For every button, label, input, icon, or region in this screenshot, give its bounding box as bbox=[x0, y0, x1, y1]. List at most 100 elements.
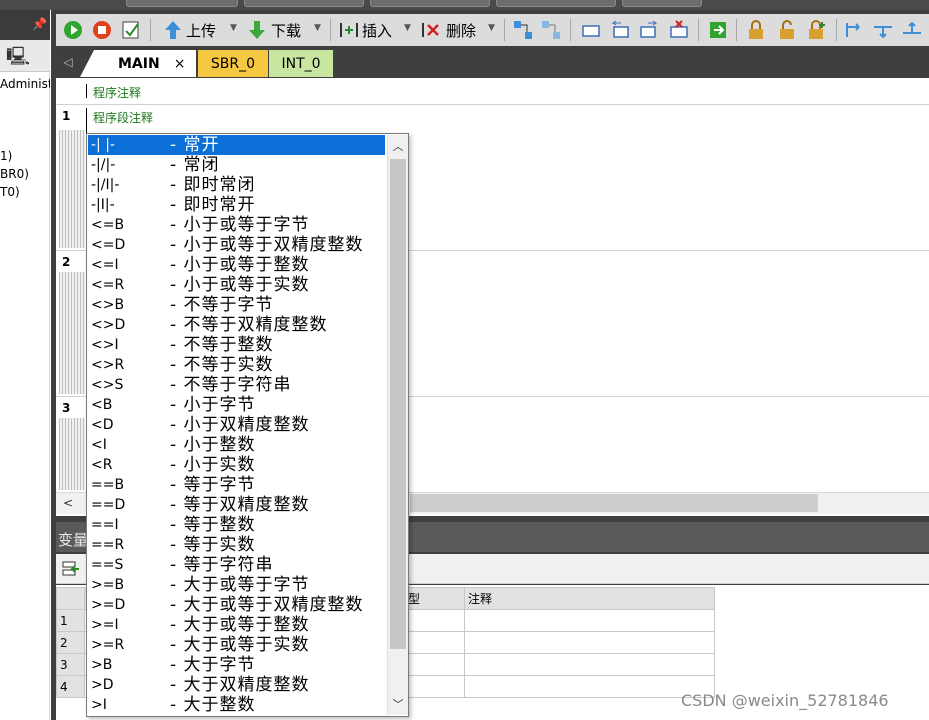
table-cell[interactable] bbox=[404, 609, 465, 632]
network-number[interactable]: 2 bbox=[62, 255, 82, 269]
unlock-icon[interactable] bbox=[776, 19, 798, 41]
tab-int-0[interactable]: INT_0 bbox=[269, 50, 333, 77]
network-number[interactable]: 1 bbox=[62, 109, 82, 123]
instruction-option[interactable]: ==R - 等于实数 bbox=[88, 535, 385, 555]
stop-icon[interactable] bbox=[91, 19, 113, 41]
table-cell[interactable] bbox=[464, 653, 715, 676]
instruction-option[interactable]: <R - 小于实数 bbox=[88, 455, 385, 475]
instruction-option[interactable]: <>R - 不等于实数 bbox=[88, 355, 385, 375]
instruction-option[interactable]: <=B - 小于或等于字节 bbox=[88, 215, 385, 235]
chevron-down-icon[interactable]: ﹀ bbox=[388, 693, 408, 715]
computer-icon[interactable]: 🖳 bbox=[6, 44, 30, 68]
run-icon[interactable] bbox=[62, 19, 84, 41]
table-header-comment[interactable]: 注释 bbox=[464, 587, 715, 610]
instruction-option[interactable]: <I - 小于整数 bbox=[88, 435, 385, 455]
instruction-option[interactable]: <>D - 不等于双精度整数 bbox=[88, 315, 385, 335]
instruction-option[interactable]: >=I - 大于或等于整数 bbox=[88, 615, 385, 635]
instruction-option[interactable]: ==I - 等于整数 bbox=[88, 515, 385, 535]
instruction-option[interactable]: <>I - 不等于整数 bbox=[88, 335, 385, 355]
lock-icon[interactable] bbox=[745, 19, 767, 41]
box-delete-icon[interactable] bbox=[668, 19, 690, 41]
table-cell[interactable] bbox=[404, 631, 465, 654]
instruction-option[interactable]: ==D - 等于双精度整数 bbox=[88, 495, 385, 515]
box-icon[interactable] bbox=[580, 19, 602, 41]
row-number[interactable]: 2 bbox=[56, 631, 85, 654]
instruction-option[interactable]: <=D - 小于或等于双精度整数 bbox=[88, 235, 385, 255]
download-button[interactable]: 下载 bbox=[271, 20, 301, 41]
tree-item[interactable]: 1) bbox=[0, 149, 50, 163]
tree-item[interactable]: T0) bbox=[0, 185, 50, 199]
instruction-option[interactable]: >=R - 大于或等于实数 bbox=[88, 635, 385, 655]
instruction-option[interactable]: ==B - 等于字节 bbox=[88, 475, 385, 495]
instruction-option[interactable]: -|I|- - 即时常开 bbox=[88, 195, 385, 215]
instruction-option[interactable]: <=R - 小于或等于实数 bbox=[88, 275, 385, 295]
chevron-down-icon[interactable]: ▼ bbox=[314, 23, 321, 33]
instruction-option[interactable]: >I - 大于整数 bbox=[88, 695, 385, 715]
network-icon[interactable] bbox=[512, 19, 534, 41]
chevron-up-icon[interactable]: ︿ bbox=[388, 135, 408, 157]
insert-row-icon[interactable] bbox=[60, 558, 82, 580]
instruction-option[interactable]: -|/|- - 常闭 bbox=[88, 155, 385, 175]
download-icon[interactable] bbox=[246, 19, 268, 41]
chevron-down-icon[interactable]: ▼ bbox=[230, 23, 237, 33]
program-comment[interactable]: 程序注释 bbox=[93, 84, 141, 101]
compile-icon[interactable] bbox=[120, 19, 142, 41]
table-cell[interactable] bbox=[404, 675, 465, 698]
chevron-down-icon[interactable]: ▼ bbox=[404, 23, 411, 33]
instruction-dropdown[interactable]: -| |- - 常开 -|/|- - 常闭 -|/I|- - 即时常闭 -|I|- - 即时常… bbox=[86, 133, 409, 717]
network-number[interactable]: 3 bbox=[62, 401, 82, 415]
top-strip-tab[interactable] bbox=[496, 0, 616, 7]
table-cell[interactable] bbox=[464, 609, 715, 632]
upload-button[interactable]: 上传 bbox=[186, 20, 216, 41]
instruction-option[interactable]: ==S - 等于字符串 bbox=[88, 555, 385, 575]
instruction-option[interactable]: >=D - 大于或等于双精度整数 bbox=[88, 595, 385, 615]
instruction-option[interactable]: <>S - 不等于字符串 bbox=[88, 375, 385, 395]
instruction-option[interactable]: <D - 小于双精度整数 bbox=[88, 415, 385, 435]
tab-main[interactable]: MAIN × bbox=[80, 50, 196, 77]
top-strip-tab[interactable] bbox=[126, 0, 238, 7]
network-alt-icon[interactable] bbox=[540, 19, 562, 41]
table-cell[interactable] bbox=[404, 653, 465, 676]
tree-item[interactable]: BR0) bbox=[0, 167, 50, 181]
row-number[interactable]: 4 bbox=[56, 675, 85, 698]
top-strip-tab[interactable] bbox=[622, 0, 702, 7]
chevron-left-icon[interactable]: < bbox=[60, 495, 76, 511]
chevron-down-icon[interactable]: ▼ bbox=[488, 23, 495, 33]
row-number[interactable]: 1 bbox=[56, 609, 85, 632]
instruction-option[interactable]: -|/I|- - 即时常闭 bbox=[88, 175, 385, 195]
instruction-option[interactable]: >=B - 大于或等于字节 bbox=[88, 575, 385, 595]
instruction-option[interactable]: <B - 小于字节 bbox=[88, 395, 385, 415]
box-left-icon[interactable] bbox=[609, 19, 631, 41]
instruction-option[interactable]: >B - 大于字节 bbox=[88, 655, 385, 675]
close-icon[interactable]: × bbox=[174, 56, 186, 72]
upload-icon[interactable] bbox=[162, 19, 184, 41]
line-up-icon[interactable] bbox=[901, 19, 923, 41]
branch-icon[interactable] bbox=[843, 19, 865, 41]
line-down-icon[interactable] bbox=[872, 19, 894, 41]
table-cell[interactable] bbox=[464, 675, 715, 698]
top-strip-tab[interactable] bbox=[370, 0, 490, 7]
insert-icon[interactable] bbox=[338, 19, 360, 41]
pin-icon[interactable]: 📌 bbox=[32, 17, 47, 31]
instruction-option[interactable]: -| |- - 常开 bbox=[88, 135, 385, 155]
top-strip-tab[interactable] bbox=[244, 0, 364, 7]
scrollbar-thumb[interactable] bbox=[390, 159, 406, 649]
delete-icon[interactable] bbox=[420, 19, 442, 41]
exit-icon[interactable] bbox=[707, 19, 729, 41]
instruction-option[interactable]: >D - 大于双精度整数 bbox=[88, 675, 385, 695]
row-number[interactable]: 3 bbox=[56, 653, 85, 676]
instruction-option[interactable]: <>B - 不等于字节 bbox=[88, 295, 385, 315]
dropdown-scrollbar[interactable]: ︿ ﹀ bbox=[387, 135, 408, 715]
delete-button[interactable]: 删除 bbox=[446, 20, 476, 41]
chevron-left-icon[interactable]: ◁ bbox=[58, 52, 78, 72]
table-cell[interactable] bbox=[464, 631, 715, 654]
instruction-option[interactable]: <=I - 小于或等于整数 bbox=[88, 255, 385, 275]
tree-item[interactable]: Administr bbox=[0, 77, 50, 91]
segment-comment[interactable]: 程序段注释 bbox=[93, 109, 153, 126]
box-right-icon[interactable] bbox=[638, 19, 660, 41]
tab-sbr-0[interactable]: SBR_0 bbox=[198, 50, 268, 77]
table-header-type[interactable]: 型 bbox=[404, 587, 465, 610]
lock-add-icon[interactable] bbox=[806, 19, 828, 41]
insert-button[interactable]: 插入 bbox=[362, 20, 392, 41]
scrollbar-thumb[interactable] bbox=[410, 494, 818, 512]
